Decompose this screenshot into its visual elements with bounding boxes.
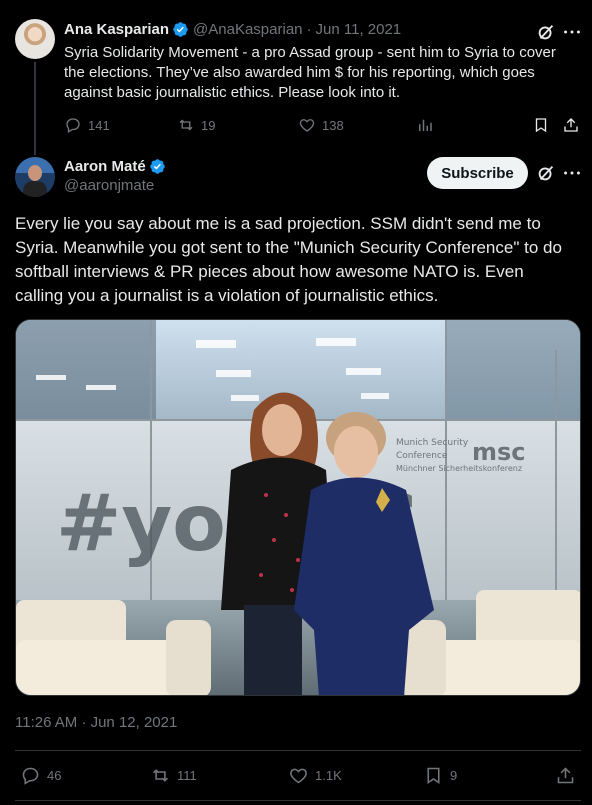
share-icon [564, 118, 578, 132]
like-count: 138 [322, 117, 344, 133]
bookmark-icon [535, 118, 547, 133]
tweet1-header: Ana Kasparian @AnaKasparian · Jun 11, 20… [64, 21, 401, 38]
avatar-ana-kasparian[interactable] [15, 19, 55, 59]
verified-badge-icon [173, 22, 188, 37]
reply-button[interactable]: 141 [64, 116, 110, 134]
like-button[interactable]: 138 [298, 116, 344, 134]
grok-icon[interactable] [535, 162, 557, 184]
like-button[interactable]: 1.1K [288, 765, 342, 786]
msc-logo-line1: Munich Security [396, 438, 469, 448]
tweet2-header: Aaron Maté @aaronjmate [64, 158, 170, 194]
repost-icon [179, 119, 193, 131]
share-button[interactable] [555, 765, 582, 786]
photo-scene: #yoMSC Munich Security Conference Münchn… [16, 320, 580, 695]
reply-icon [22, 767, 39, 785]
reply-button[interactable]: 46 [20, 765, 61, 786]
tweet2-author-name[interactable]: Aaron Maté [64, 158, 146, 175]
tweet1-action-bar: 141 19 138 [64, 116, 580, 136]
more-options-icon[interactable] [561, 21, 583, 43]
share-icon [557, 767, 574, 784]
bookmark-button[interactable] [532, 116, 556, 134]
heart-icon [299, 119, 315, 132]
msc-logo-line2: Conference [396, 451, 448, 461]
bookmark-count: 9 [450, 768, 458, 783]
subscribe-button[interactable]: Subscribe [427, 157, 528, 189]
divider [15, 750, 581, 751]
tweet2-action-bar: 46 111 1.1K 9 [15, 763, 581, 787]
thread-connector-line [34, 62, 36, 155]
divider [15, 800, 581, 801]
reply-count: 46 [47, 768, 62, 783]
tweet2-handle[interactable]: @aaronjmate [64, 177, 170, 194]
bookmark-icon [427, 767, 440, 784]
tweet-photo[interactable]: #yoMSC Munich Security Conference Münchn… [15, 319, 581, 696]
avatar-aaron-mate[interactable] [15, 157, 55, 197]
repost-button[interactable]: 111 [150, 765, 197, 786]
tweet1-text: Syria Solidarity Movement - a pro Assad … [64, 44, 556, 101]
reply-icon [66, 118, 80, 133]
share-button[interactable] [562, 116, 586, 134]
grok-icon[interactable] [535, 21, 557, 43]
dot-separator: · [306, 21, 312, 38]
repost-count: 111 [177, 768, 197, 783]
tweet2-text: Every lie you say about me is a sad proj… [15, 214, 562, 305]
tweet2-timestamp[interactable]: 11:26 AM · Jun 12, 2021 [15, 714, 177, 731]
more-options-icon[interactable] [561, 162, 583, 184]
bookmark-button[interactable]: 9 [423, 765, 457, 786]
analytics-icon [419, 119, 432, 131]
views-button[interactable] [416, 116, 440, 134]
like-count: 1.1K [315, 768, 342, 783]
tweet1-handle[interactable]: @AnaKasparian [193, 21, 302, 38]
repost-icon [152, 769, 169, 782]
tweet1-date[interactable]: Jun 11, 2021 [316, 21, 402, 38]
msc-logo-mark: msc [472, 438, 526, 466]
verified-badge-icon [149, 159, 165, 174]
heart-icon [290, 768, 307, 784]
repost-button[interactable]: 19 [177, 116, 215, 134]
reply-count: 141 [88, 117, 110, 133]
repost-count: 19 [201, 117, 216, 133]
tweet1-author-name[interactable]: Ana Kasparian [64, 21, 169, 38]
